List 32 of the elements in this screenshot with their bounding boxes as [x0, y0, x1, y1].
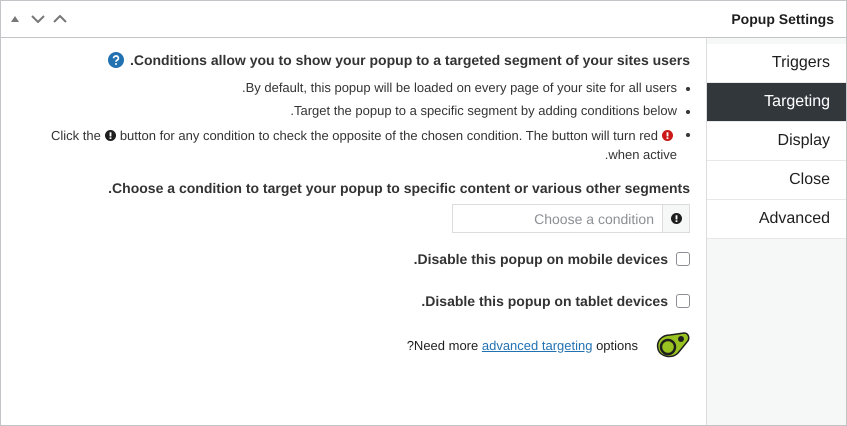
exclamation-icon: [104, 130, 116, 141]
section-heading: .Choose a condition to target your popup to specific content or various other segments: [108, 180, 690, 196]
chevron-down-icon[interactable]: [31, 15, 45, 23]
checkbox-label: .Disable this popup on tablet devices: [421, 293, 668, 309]
negate-button[interactable]: [662, 204, 690, 233]
bullet-icon: [686, 110, 690, 114]
sidebar-tab[interactable]: Display: [707, 122, 846, 161]
checkbox[interactable]: [676, 294, 690, 308]
bullet-text: .Target the popup to a specific segment by adding conditions below: [290, 103, 677, 118]
help-icon[interactable]: [108, 52, 124, 68]
sidebar-tab[interactable]: Close: [707, 161, 846, 200]
bullet-icon: [686, 87, 690, 91]
panel-title: Popup Settings: [731, 11, 834, 27]
bullet-text: .when active: [604, 147, 677, 162]
upsell-text: ?Need more advanced targeting options: [406, 338, 638, 352]
bullet-icon: [686, 133, 690, 137]
sidebar-tab[interactable]: Advanced: [707, 200, 846, 239]
checkbox-label: .Disable this popup on mobile devices: [414, 251, 668, 267]
sidebar-tab[interactable]: Triggers: [707, 44, 846, 83]
exclamation-icon: [670, 213, 682, 224]
triangle-up-icon[interactable]: [11, 16, 19, 22]
advanced-targeting-link[interactable]: advanced targeting: [482, 338, 592, 352]
bullet-text: button for any condition to check the opposite of the chosen condition. The button will turn red: [120, 128, 658, 143]
bullet-text: Click the: [50, 128, 101, 143]
condition-select[interactable]: Choose a condition: [452, 204, 662, 233]
exclamation-icon: [662, 130, 673, 141]
chevron-up-icon[interactable]: [53, 15, 67, 23]
plugin-logo-icon: [654, 331, 690, 359]
intro-text: .Conditions allow you to show your popup to a targeted segment of your sites users: [130, 52, 690, 68]
bullet-text: .By default, this popup will be loaded on every page of your site for all users: [242, 80, 677, 95]
checkbox[interactable]: [676, 252, 690, 266]
sidebar-tab[interactable]: Targeting: [707, 83, 846, 122]
